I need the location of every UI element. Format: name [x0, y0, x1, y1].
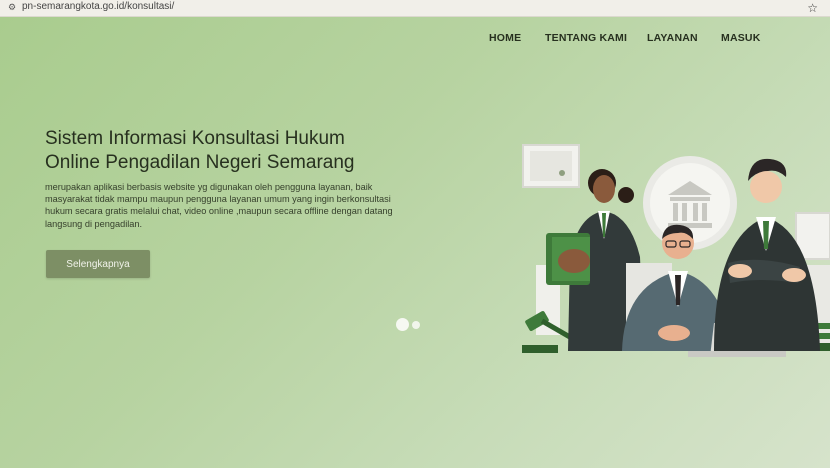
- lawyers-illustration: [522, 144, 830, 357]
- wall-frame-icon: [522, 144, 580, 188]
- star-icon[interactable]: ☆: [807, 0, 818, 16]
- hero-description: merupakan aplikasi berbasis website yg d…: [45, 182, 393, 229]
- hero-section: HOME TENTANG KAMI LAYANAN MASUK Sistem I…: [0, 17, 830, 468]
- nav-tentang-kami[interactable]: TENTANG KAMI: [545, 32, 627, 44]
- browser-address-bar: ⚙ pn-semarangkota.go.id/konsultasi/ ☆: [0, 0, 830, 17]
- page-title: Sistem Informasi Konsultasi Hukum Online…: [45, 127, 425, 175]
- title-line-2: Online Pengadilan Negeri Semarang: [45, 152, 355, 173]
- slide-dot-2[interactable]: [412, 321, 420, 329]
- selengkapnya-button[interactable]: Selengkapnya: [46, 250, 150, 278]
- slide-dot-1[interactable]: [396, 318, 409, 331]
- site-info-icon[interactable]: ⚙: [7, 3, 17, 13]
- nav-masuk[interactable]: MASUK: [721, 32, 761, 44]
- nav-layanan[interactable]: LAYANAN: [647, 32, 698, 44]
- nav-home[interactable]: HOME: [489, 32, 521, 44]
- url-field[interactable]: pn-semarangkota.go.id/konsultasi/: [22, 1, 174, 12]
- title-line-1: Sistem Informasi Konsultasi Hukum: [45, 128, 345, 149]
